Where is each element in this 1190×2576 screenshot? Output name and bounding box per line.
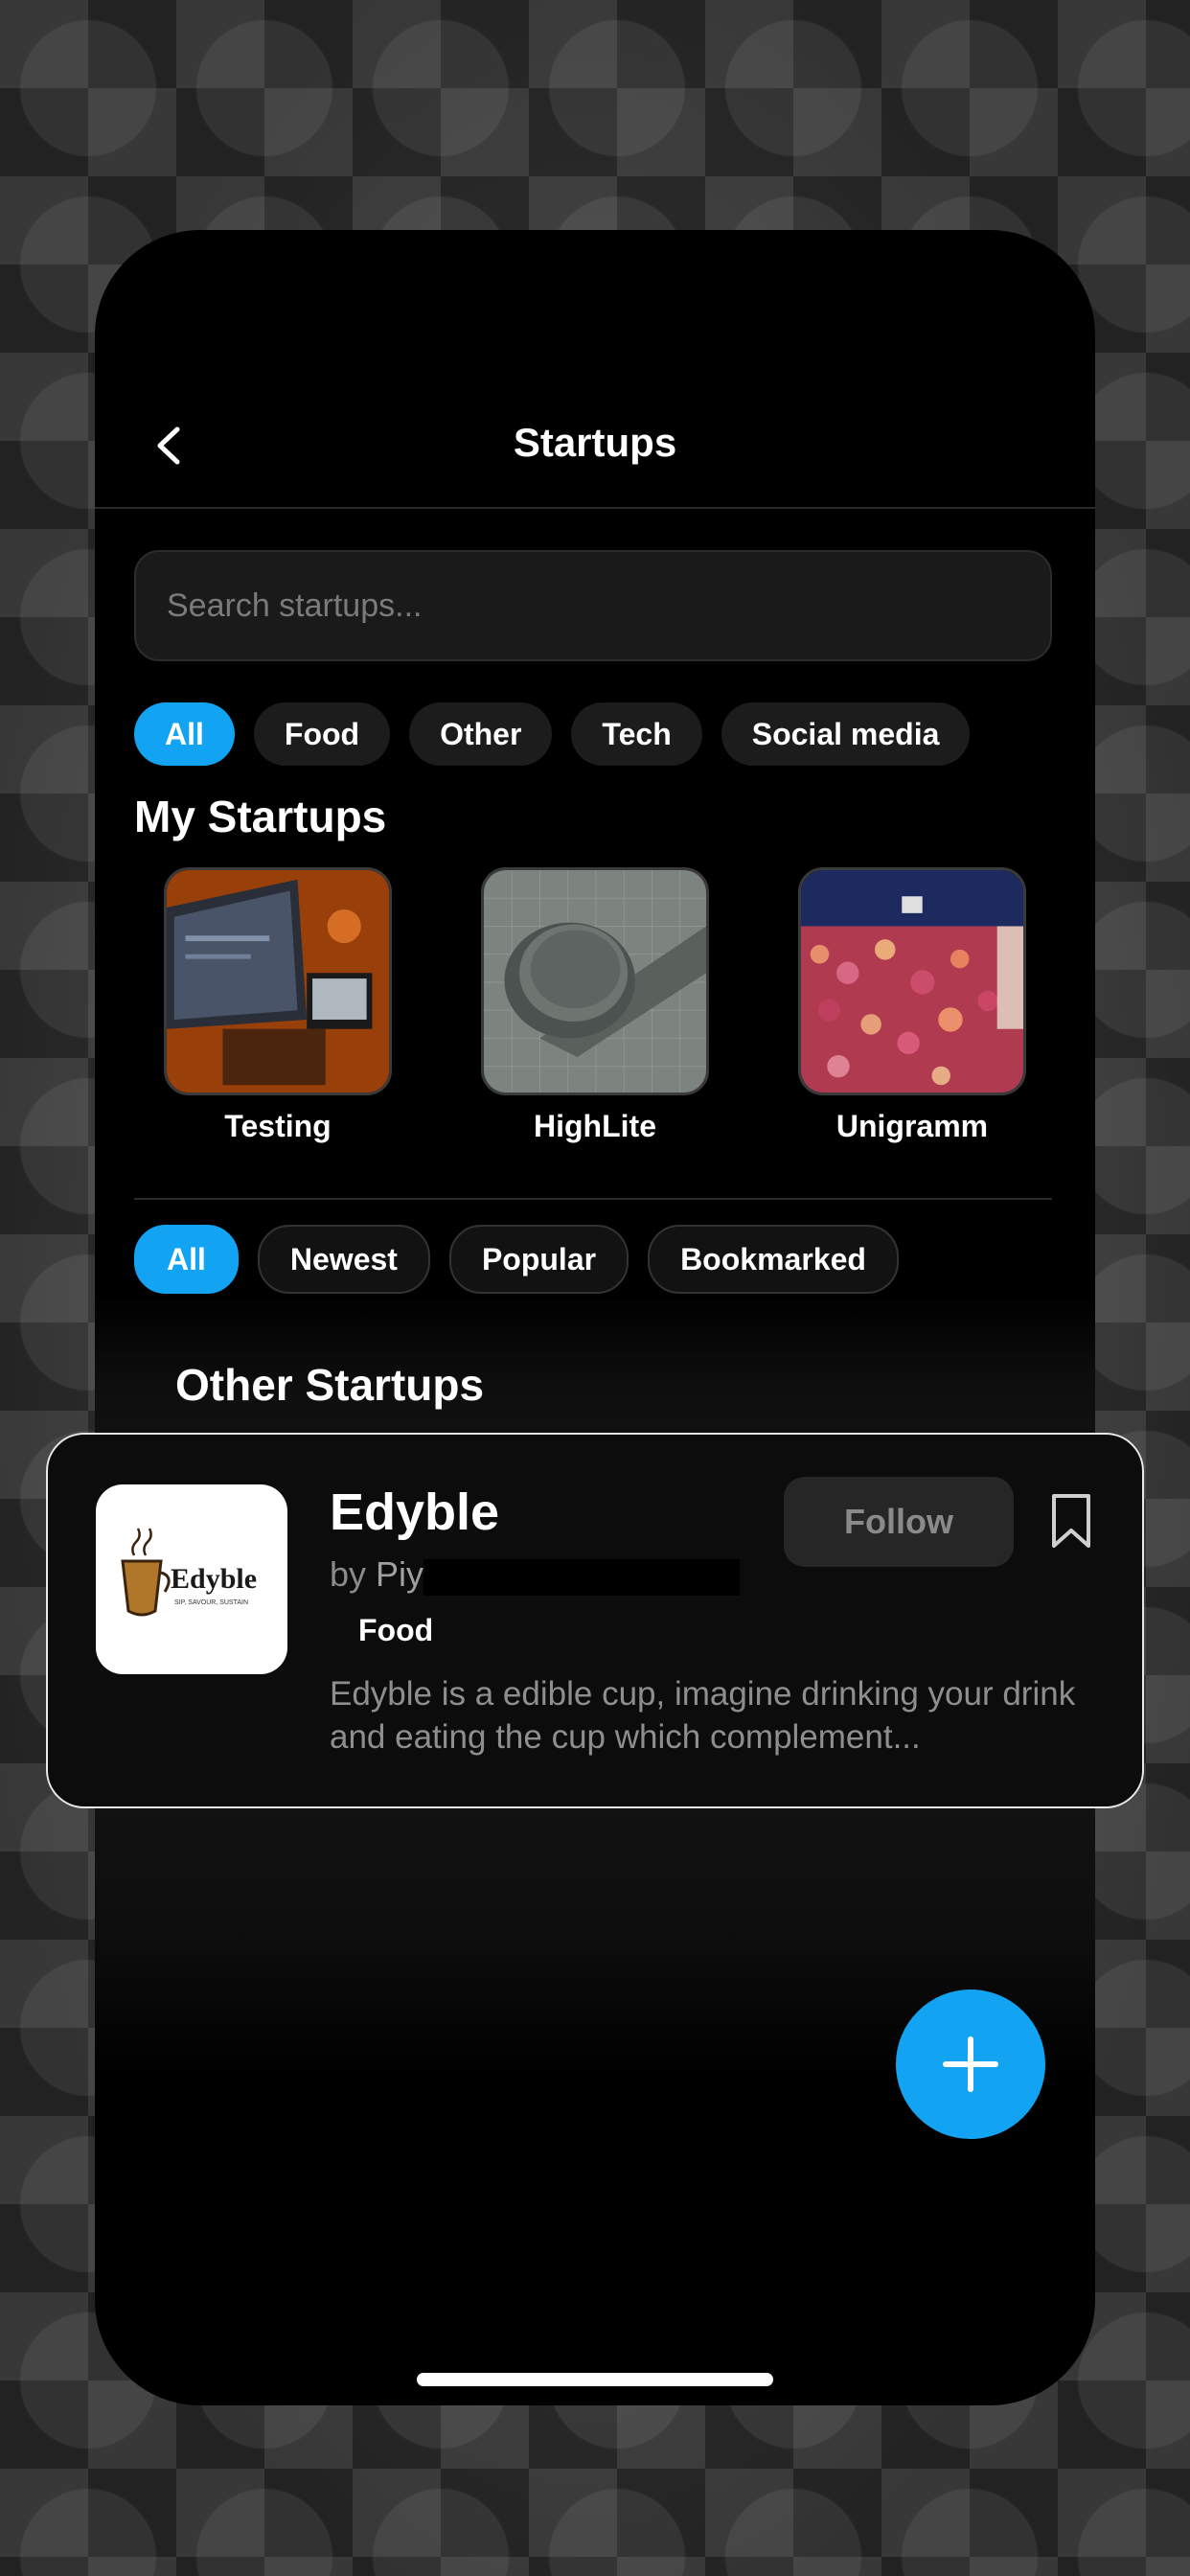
category-chip-other[interactable]: Other: [409, 702, 553, 766]
home-indicator: [417, 2373, 773, 2386]
startup-tile-testing[interactable]: Testing: [164, 867, 392, 1144]
sort-chip-popular[interactable]: Popular: [448, 1225, 629, 1294]
startup-logo: Edyble SIP, SAVOUR, SUSTAIN: [96, 1484, 287, 1674]
startup-tile-unigramm[interactable]: Unigramm: [798, 867, 1026, 1144]
logo-tagline: SIP, SAVOUR, SUSTAIN: [174, 1599, 248, 1606]
category-chip-food[interactable]: Food: [253, 702, 391, 766]
startup-description: Edyble is a edible cup, imagine drinking…: [330, 1675, 1076, 1756]
other-startups-heading: Other Startups: [175, 1360, 485, 1410]
sort-chip-bookmarked[interactable]: Bookmarked: [648, 1225, 899, 1294]
category-chip-all[interactable]: All: [134, 702, 235, 766]
my-startups-heading: My Startups: [134, 792, 387, 841]
startup-card[interactable]: Edyble SIP, SAVOUR, SUSTAIN Edyble by Pi…: [46, 1433, 1144, 1808]
redacted-bar: [423, 1559, 740, 1596]
follow-button[interactable]: Follow: [784, 1477, 1014, 1567]
phone-screen: Startups All Food Other Tech Social medi…: [95, 230, 1095, 2405]
header-divider: [95, 507, 1095, 509]
category-chip-tech[interactable]: Tech: [571, 702, 702, 766]
startup-thumbnail: [798, 867, 1026, 1095]
category-chip-social-media[interactable]: Social media: [721, 702, 971, 766]
startup-name: Edyble: [330, 1484, 500, 1541]
page-title: Startups: [513, 420, 677, 465]
sort-chip-all[interactable]: All: [134, 1225, 239, 1294]
bookmark-icon[interactable]: [1048, 1492, 1094, 1552]
sort-filter-bar: All Newest Popular Bookmarked: [134, 1225, 899, 1294]
startup-thumbnail: [481, 867, 709, 1095]
sort-chip-newest[interactable]: Newest: [257, 1225, 430, 1294]
startup-tile-highlite[interactable]: HighLite: [481, 867, 709, 1144]
startup-tile-label: Testing: [224, 1109, 332, 1143]
startup-tile-label: Unigramm: [835, 1109, 989, 1143]
startup-tile-label: HighLite: [534, 1109, 656, 1143]
search-input[interactable]: [134, 550, 1052, 661]
logo-wordmark: Edyble: [171, 1563, 257, 1595]
startup-category-tag: Food: [358, 1613, 434, 1647]
by-prefix: by: [330, 1554, 367, 1594]
add-startup-button[interactable]: [896, 1990, 1045, 2139]
plus-icon: [943, 2036, 998, 2092]
section-divider: [134, 1198, 1052, 1200]
category-filter-bar: All Food Other Tech Social media: [134, 702, 971, 766]
startup-thumbnail: [164, 867, 392, 1095]
